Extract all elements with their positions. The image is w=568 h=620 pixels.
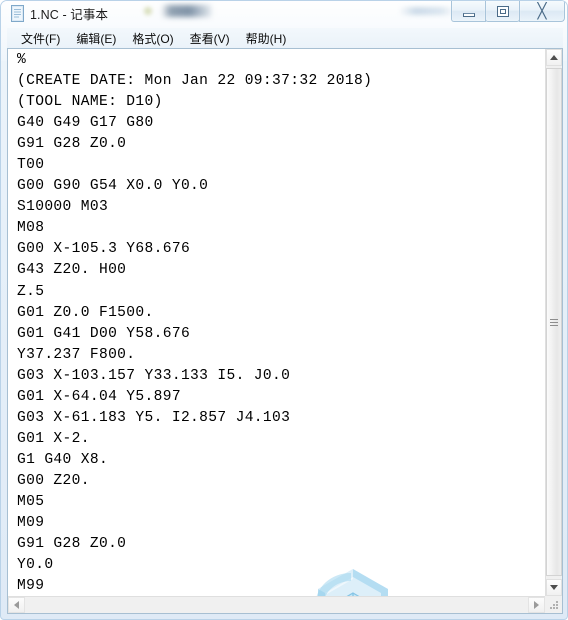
gcode-line: G00 Z20.: [17, 472, 90, 489]
gcode-line: (CREATE DATE: Mon Jan 22 09:37:32 2018): [17, 73, 373, 90]
notepad-window: 1.NC - 记事本 ╳ 文件(F) 编辑(E) 格式(O) 查看(V) 帮助(…: [0, 0, 568, 620]
resize-grip-icon: [549, 600, 559, 610]
window-title: 1.NC - 记事本: [30, 8, 109, 22]
close-button[interactable]: ╳: [519, 1, 565, 22]
gcode-text-content[interactable]: % (CREATE DATE: Mon Jan 22 09:37:32 2018)…: [17, 50, 537, 613]
gcode-line: (TOOL NAME: D10): [17, 94, 163, 111]
gcode-line: Z.5: [17, 283, 45, 300]
gcode-line: G01 X-2.: [17, 430, 90, 447]
vertical-scrollbar[interactable]: [545, 49, 562, 596]
scroll-down-button[interactable]: [546, 579, 562, 596]
gcode-line: G01 X-64.04 Y5.897: [17, 388, 181, 405]
menu-format[interactable]: 格式(O): [124, 28, 181, 50]
gcode-line: G01 G41 D00 Y58.676: [17, 325, 191, 342]
gcode-line: M09: [17, 515, 45, 532]
resize-grip[interactable]: [545, 596, 562, 613]
redacted-title-dot: [144, 7, 152, 15]
gcode-line: G00 X-105.3 Y68.676: [17, 241, 191, 258]
gcode-line: G91 G28 Z0.0: [17, 136, 127, 153]
menu-view[interactable]: 查看(V): [182, 28, 238, 50]
redacted-title-region-right: [399, 7, 455, 15]
vertical-scrollbar-thumb[interactable]: [546, 68, 562, 576]
gcode-line: G1 G40 X8.: [17, 451, 109, 468]
gcode-line: G03 X-61.183 Y5. I2.857 J4.103: [17, 409, 291, 426]
scroll-right-button[interactable]: [528, 597, 545, 613]
redacted-title-region: [161, 5, 213, 17]
window-controls: ╳: [451, 1, 565, 23]
scroll-right-icon: [534, 601, 539, 609]
restore-icon: [496, 6, 509, 17]
close-icon: ╳: [537, 1, 547, 20]
minimize-icon: [462, 13, 475, 17]
gcode-line: G00 G90 G54 X0.0 Y0.0: [17, 178, 209, 195]
gcode-line: G40 G49 G17 G80: [17, 115, 154, 132]
notepad-icon: [10, 5, 25, 22]
gcode-line: M08: [17, 220, 45, 237]
menu-help[interactable]: 帮助(H): [238, 28, 295, 50]
gcode-line: %: [17, 52, 27, 68]
scroll-down-icon: [550, 585, 558, 590]
gcode-line: Y37.237 F800.: [17, 346, 136, 363]
gcode-line: M05: [17, 493, 45, 510]
gcode-line: G43 Z20. H00: [17, 262, 127, 279]
scroll-left-button[interactable]: [8, 597, 25, 613]
scroll-up-icon: [550, 55, 558, 60]
title-bar[interactable]: 1.NC - 记事本 ╳: [1, 1, 567, 26]
menu-file[interactable]: 文件(F): [13, 28, 68, 50]
gcode-line: Y0.0: [17, 557, 54, 574]
gcode-line: S10000 M03: [17, 199, 109, 216]
gcode-line: G03 X-103.157 Y33.133 I5. J0.0: [17, 367, 291, 384]
text-editor-area[interactable]: % (CREATE DATE: Mon Jan 22 09:37:32 2018)…: [7, 48, 563, 614]
scroll-up-button[interactable]: [546, 49, 562, 66]
gcode-line: M99: [17, 578, 45, 595]
menu-edit[interactable]: 编辑(E): [68, 28, 124, 50]
gcode-line: G91 G28 Z0.0: [17, 536, 127, 553]
restore-button[interactable]: [485, 1, 520, 22]
minimize-button[interactable]: [451, 1, 486, 22]
horizontal-scrollbar[interactable]: [8, 596, 545, 613]
gcode-line: G01 Z0.0 F1500.: [17, 304, 154, 321]
gcode-line: T00: [17, 157, 45, 174]
scroll-left-icon: [14, 601, 19, 609]
scrollbar-grip-icon: [550, 318, 558, 326]
menu-bar: 文件(F) 编辑(E) 格式(O) 查看(V) 帮助(H): [7, 28, 563, 49]
